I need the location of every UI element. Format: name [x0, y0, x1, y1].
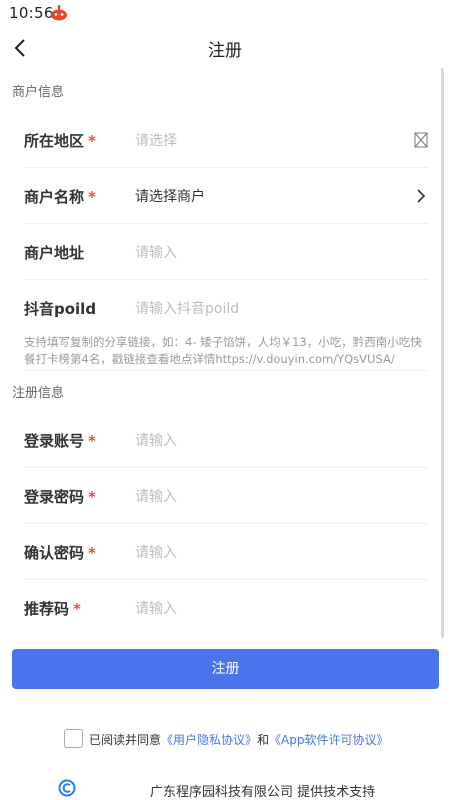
software-license-link[interactable]: 《App软件许可协议》	[269, 733, 388, 747]
form-scroll-area[interactable]: 商户信息 所在地区 * 请选择 商户名称 * 请选择商户 商户地址 请输入 抖音po…	[0, 68, 450, 800]
login-password-input[interactable]: 请输入	[135, 486, 177, 506]
page-title: 注册	[208, 41, 242, 61]
region-select-placeholder[interactable]: 请选择	[135, 130, 177, 150]
referral-code-field[interactable]: 推荐码 * 请输入	[24, 580, 428, 636]
nav-bar: 注册	[0, 28, 450, 68]
merchant-name-field[interactable]: 商户名称 * 请选择商户	[24, 168, 428, 224]
poiid-hint-text: 支持填写复制的分享链接，如：4- 矮子馅饼，人均￥13，小吃，黔西南小吃快餐打卡…	[24, 334, 428, 371]
douyin-poiid-field[interactable]: 抖音poild 请输入抖音poild	[24, 280, 428, 336]
register-submit-button[interactable]: 注册	[12, 649, 439, 689]
required-mark: *	[88, 132, 96, 150]
field-label: 商户地址	[24, 244, 85, 262]
field-label: 确认密码 *	[24, 544, 96, 562]
required-mark: *	[88, 544, 96, 562]
clear-box-icon[interactable]	[414, 132, 428, 148]
douyin-poiid-input[interactable]: 请输入抖音poild	[135, 298, 239, 318]
required-mark: *	[88, 188, 96, 206]
confirm-password-input[interactable]: 请输入	[135, 542, 177, 562]
field-label: 抖音poild	[24, 300, 97, 318]
scrollbar[interactable]	[441, 68, 444, 638]
referral-code-input[interactable]: 请输入	[135, 598, 177, 618]
status-bar: 10:56	[0, 0, 450, 28]
merchant-address-input[interactable]: 请输入	[135, 242, 177, 262]
privacy-policy-link[interactable]: 《用户隐私协议》	[161, 733, 257, 747]
section-title-merchant: 商户信息	[12, 85, 65, 100]
confirm-password-field[interactable]: 确认密码 * 请输入	[24, 524, 428, 580]
app-notification-icon	[50, 5, 68, 21]
footer-text: 广东程序园科技有限公司 提供技术支持	[150, 785, 376, 800]
agreement-text: 已阅读并同意《用户隐私协议》和《App软件许可协议》	[89, 733, 389, 747]
field-label: 所在地区 *	[24, 132, 96, 150]
required-mark: *	[88, 488, 96, 506]
login-password-field[interactable]: 登录密码 * 请输入	[24, 468, 428, 524]
field-label: 推荐码 *	[24, 600, 81, 618]
agree-checkbox[interactable]	[64, 729, 83, 748]
region-field[interactable]: 所在地区 * 请选择	[24, 112, 428, 168]
footer: 广东程序园科技有限公司 提供技术支持	[0, 779, 450, 800]
company-logo-icon	[58, 779, 76, 797]
login-account-input[interactable]: 请输入	[135, 430, 177, 450]
field-label: 商户名称 *	[24, 188, 96, 206]
merchant-address-field[interactable]: 商户地址 请输入	[24, 224, 428, 280]
chevron-right-icon[interactable]	[414, 188, 428, 204]
required-mark: *	[73, 600, 81, 618]
field-label: 登录密码 *	[24, 488, 96, 506]
login-account-field[interactable]: 登录账号 * 请输入	[24, 412, 428, 468]
section-title-register: 注册信息	[12, 386, 65, 401]
merchant-select-value[interactable]: 请选择商户	[135, 186, 205, 206]
required-mark: *	[88, 432, 96, 450]
status-time: 10:56	[9, 4, 54, 22]
field-label: 登录账号 *	[24, 432, 96, 450]
